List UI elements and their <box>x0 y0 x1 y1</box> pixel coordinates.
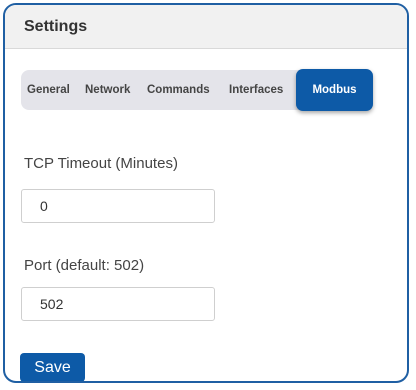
tab-modbus[interactable]: Modbus <box>296 69 373 111</box>
port-label: Port (default: 502) <box>24 257 145 274</box>
save-button[interactable]: Save <box>20 353 85 381</box>
tab-bar: General Network Commands Interfaces Modb… <box>21 69 373 111</box>
tcp-timeout-input[interactable] <box>21 189 215 223</box>
panel-header: Settings <box>5 5 407 49</box>
tab-commands[interactable]: Commands <box>147 70 210 110</box>
settings-panel: Settings General Network Commands Interf… <box>3 3 409 383</box>
tab-general[interactable]: General <box>27 70 70 110</box>
tab-network[interactable]: Network <box>85 70 130 110</box>
port-input[interactable] <box>21 287 215 321</box>
tcp-timeout-label: TCP Timeout (Minutes) <box>24 155 178 172</box>
tab-interfaces[interactable]: Interfaces <box>229 70 283 110</box>
panel-title: Settings <box>24 18 88 35</box>
